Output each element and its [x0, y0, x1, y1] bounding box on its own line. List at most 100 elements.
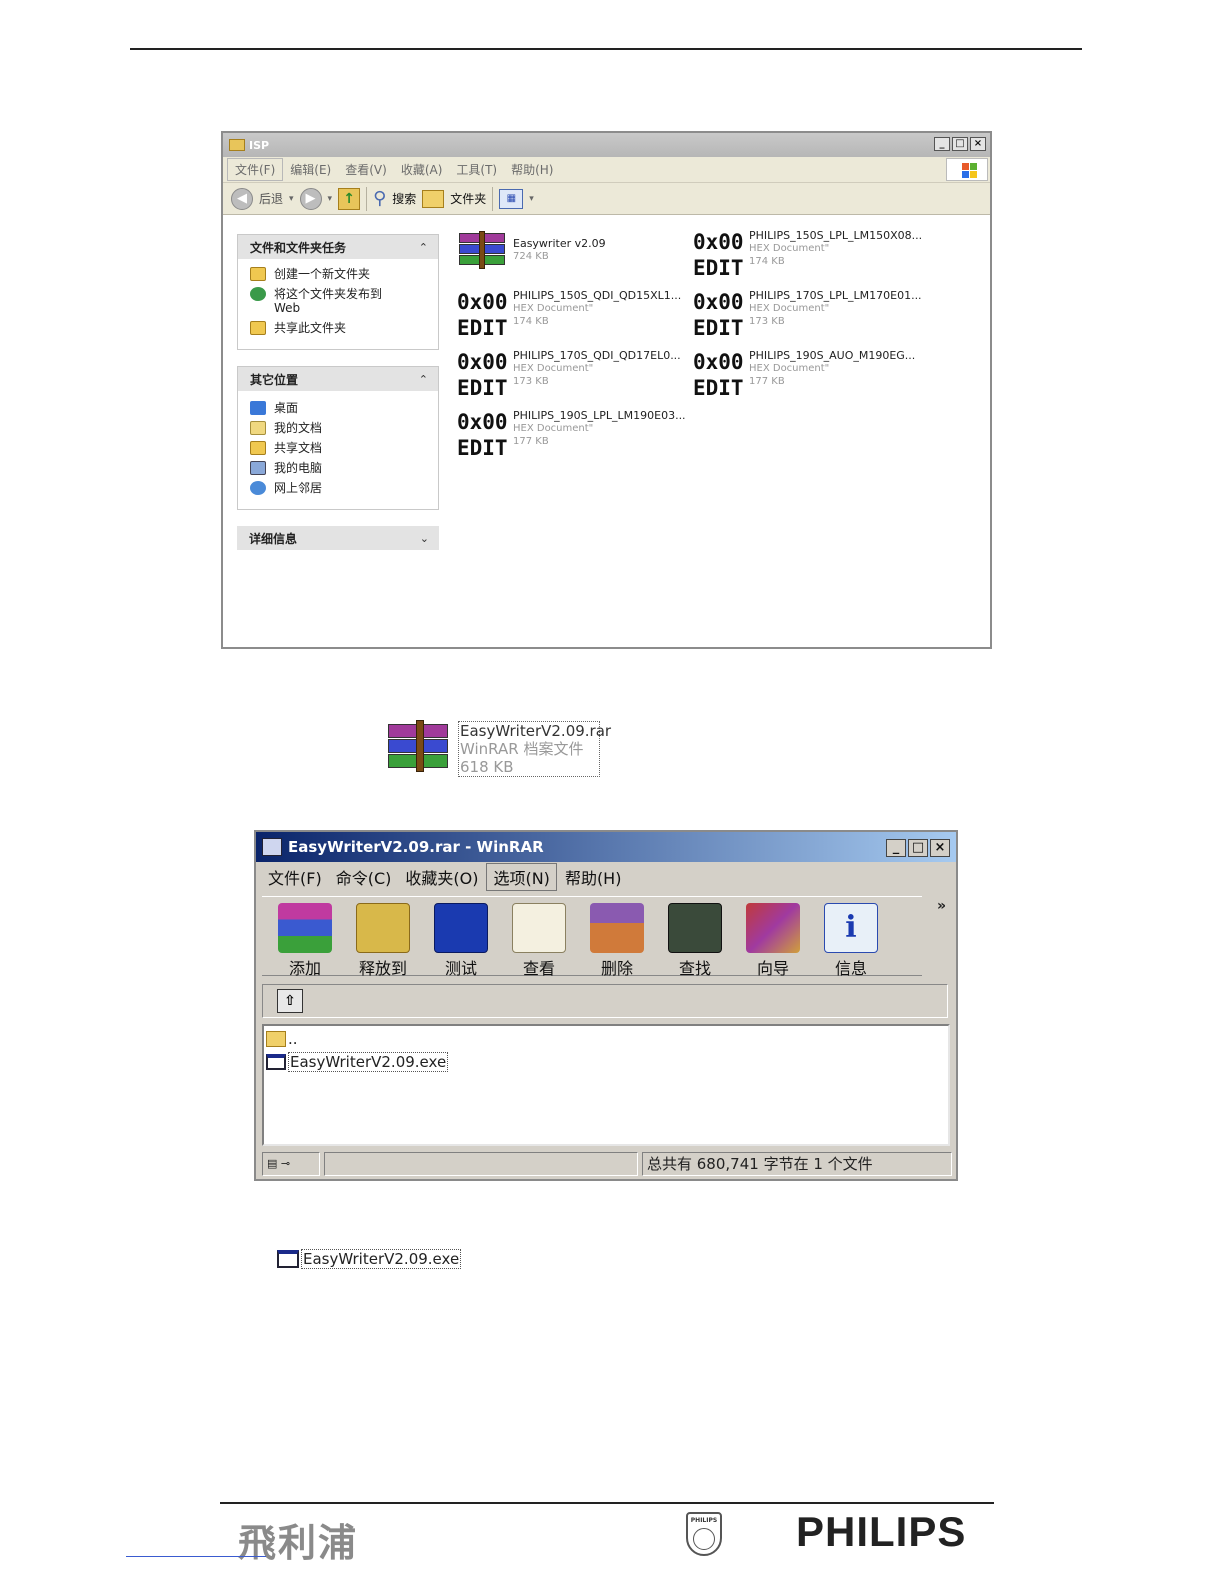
explorer-toolbar: ◀ 后退 ▾ ▶ ▾ ↑ ⚲ 搜索 文件夹 ▦ ▾: [223, 183, 990, 215]
forward-arrow-icon[interactable]: ▶: [299, 187, 322, 210]
maximize-button[interactable]: □: [952, 137, 968, 151]
button-label: 测试: [444, 959, 477, 978]
collapse-chevron-icon[interactable]: ⌃: [419, 241, 428, 254]
file-name: EasyWriterV2.09.rar: [460, 722, 612, 740]
maximize-button[interactable]: □: [908, 839, 928, 857]
menu-file[interactable]: 文件(F): [227, 158, 284, 181]
up-folder-icon[interactable]: ↑: [338, 187, 361, 210]
place-network[interactable]: 网上邻居: [250, 481, 428, 495]
up-arrow-icon[interactable]: ⇧: [277, 989, 303, 1013]
close-button[interactable]: ×: [930, 839, 950, 857]
file-item[interactable]: 0x00 EDIT PHILIPS_190S_LPL_LM190E03... HE…: [457, 409, 689, 467]
file-name: PHILIPS_170S_LPL_LM170E01...: [749, 289, 922, 302]
dropdown-arrow-icon[interactable]: ▾: [529, 194, 534, 204]
status-drive-key-icons[interactable]: ▤ ⊸: [262, 1152, 320, 1176]
find-button[interactable]: 查找: [660, 903, 730, 978]
list-item-parent[interactable]: ..: [266, 1030, 298, 1048]
toolbar-more-button[interactable]: »: [937, 898, 946, 914]
expand-chevron-icon[interactable]: ⌄: [420, 532, 429, 545]
search-button[interactable]: 搜索: [392, 190, 416, 207]
top-rule: [130, 48, 1082, 50]
minimize-button[interactable]: _: [934, 137, 950, 151]
dropdown-arrow-icon[interactable]: ▾: [328, 194, 333, 204]
test-button[interactable]: 测试: [426, 903, 496, 978]
menu-tools[interactable]: 工具(T): [449, 159, 504, 180]
file-item[interactable]: 0x00 EDIT PHILIPS_150S_QDI_QD15XL1... HEX…: [457, 289, 689, 347]
file-size: 177 KB: [749, 376, 785, 387]
menu-favorites[interactable]: 收藏(A): [394, 159, 450, 180]
button-label: 删除: [600, 959, 633, 978]
exe-file-item[interactable]: EasyWriterV2.09.exe: [277, 1249, 462, 1269]
delete-bin-icon: [590, 903, 644, 953]
explorer-title: ISP: [249, 138, 270, 152]
task-share-folder[interactable]: 共享此文件夹: [250, 321, 428, 335]
close-button[interactable]: ×: [970, 137, 986, 151]
menu-favorites[interactable]: 收藏夹(O): [399, 864, 484, 890]
panel-title: 文件和文件夹任务: [250, 240, 347, 255]
places-panel-header[interactable]: 其它位置 ⌃: [238, 367, 438, 391]
minimize-button[interactable]: _: [886, 839, 906, 857]
file-type: HEX Document": [749, 363, 830, 374]
place-label: 共享文档: [274, 441, 323, 455]
philips-shield-icon: PHILIPS: [686, 1512, 722, 1556]
extract-to-button[interactable]: 释放到: [348, 903, 418, 978]
list-item-exe[interactable]: EasyWriterV2.09.exe: [266, 1052, 449, 1072]
share-folder-icon: [250, 321, 266, 335]
delete-button[interactable]: 删除: [582, 903, 652, 978]
hex-icon: 0x00 EDIT: [693, 230, 744, 280]
place-desktop[interactable]: 桌面: [250, 401, 428, 415]
file-type: WinRAR 档案文件: [460, 740, 584, 758]
panel-title: 其它位置: [250, 372, 299, 387]
menu-edit[interactable]: 编辑(E): [283, 159, 338, 180]
info-button[interactable]: i 信息: [816, 903, 886, 978]
menu-view[interactable]: 查看(V): [338, 159, 394, 180]
menu-commands[interactable]: 命令(C): [330, 864, 398, 890]
place-shared-documents[interactable]: 共享文档: [250, 441, 428, 455]
add-button[interactable]: 添加: [270, 903, 340, 978]
file-size: 174 KB: [749, 256, 785, 267]
exe-window-icon: [277, 1250, 299, 1268]
menu-help[interactable]: 帮助(H): [504, 159, 560, 180]
place-my-computer[interactable]: 我的电脑: [250, 461, 428, 475]
details-panel-header[interactable]: 详细信息 ⌄: [237, 526, 439, 550]
collapse-chevron-icon[interactable]: ⌃: [419, 373, 428, 386]
file-name: PHILIPS_170S_QDI_QD17EL0...: [513, 349, 681, 362]
file-item[interactable]: 0x00 EDIT PHILIPS_190S_AUO_M190EG... HEX …: [693, 349, 925, 407]
rar-file-label[interactable]: EasyWriterV2.09.rar WinRAR 档案文件 618 KB: [458, 721, 612, 777]
menu-help[interactable]: 帮助(H): [559, 864, 628, 890]
folders-icon: [422, 189, 445, 208]
file-item[interactable]: 0x00 EDIT PHILIPS_170S_QDI_QD17EL0... HEX…: [457, 349, 689, 407]
file-item[interactable]: Easywriter v2.09 724 KB: [457, 229, 689, 287]
file-name: Easywriter v2.09: [513, 237, 606, 250]
explorer-task-pane: 文件和文件夹任务 ⌃ 创建一个新文件夹 将这个文件夹发布到Web 共享此文件夹: [237, 234, 439, 566]
task-publish-web[interactable]: 将这个文件夹发布到 Web: [250, 287, 428, 315]
list-item-label: ..: [288, 1030, 298, 1048]
file-item[interactable]: 0x00 EDIT PHILIPS_150S_LPL_LM150X08... HE…: [693, 229, 925, 287]
folders-button[interactable]: 文件夹: [450, 190, 486, 207]
desktop-icon: [250, 401, 266, 415]
folder-icon: [229, 139, 245, 151]
menu-file[interactable]: 文件(F): [262, 864, 328, 890]
status-empty: [324, 1152, 638, 1176]
binoculars-icon: [668, 903, 722, 953]
file-list: Easywriter v2.09 724 KB 0x00 EDIT PHILIPS…: [457, 229, 977, 469]
back-arrow-icon[interactable]: ◀: [231, 187, 253, 210]
task-new-folder[interactable]: 创建一个新文件夹: [250, 267, 428, 281]
place-my-documents[interactable]: 我的文档: [250, 421, 428, 435]
dropdown-arrow-icon[interactable]: ▾: [289, 194, 294, 204]
view-button[interactable]: 查看: [504, 903, 574, 978]
info-icon: i: [824, 903, 878, 953]
views-icon[interactable]: ▦: [499, 188, 524, 209]
back-button[interactable]: 后退: [259, 190, 283, 207]
file-name: PHILIPS_150S_QDI_QD15XL1...: [513, 289, 682, 302]
place-label: 我的文档: [274, 421, 323, 435]
file-item[interactable]: 0x00 EDIT PHILIPS_170S_LPL_LM170E01... HE…: [693, 289, 925, 347]
menu-options[interactable]: 选项(N): [486, 863, 557, 891]
hex-icon: 0x00 EDIT: [457, 290, 508, 340]
winrar-toolbar: 添加 释放到 测试 查看 删除 查找 向导 i 信息: [262, 896, 922, 978]
file-size: 174 KB: [513, 316, 549, 327]
tasks-panel-header[interactable]: 文件和文件夹任务 ⌃: [238, 235, 438, 259]
network-icon: [250, 481, 266, 495]
winrar-icon[interactable]: [388, 720, 452, 774]
wizard-button[interactable]: 向导: [738, 903, 808, 978]
